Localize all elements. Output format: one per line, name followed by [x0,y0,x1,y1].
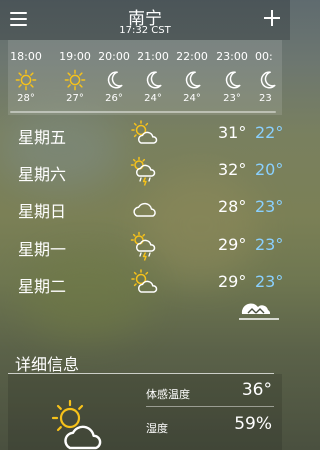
hour-temp: 27° [66,93,84,104]
hour-item: 22:00 24° [173,50,211,104]
daily-forecast-row[interactable]: 星期一 29° 23° [8,227,284,264]
day-low-temp: 23° [255,197,284,216]
hour-time: 00: [255,50,273,63]
hour-time: 23:00 [216,50,248,63]
daily-forecast-row[interactable]: 星期二 29° 23° [8,264,284,301]
day-name: 星期六 [18,165,67,184]
day-high-temp: 29° [218,272,247,291]
hour-time: 22:00 [176,50,208,63]
hour-time: 18:00 [10,50,42,63]
day-name: 星期五 [18,128,67,147]
details-title: 详细信息 [15,355,80,374]
daily-forecast-row[interactable]: 星期五 31° 22° [8,115,284,152]
humidity-row: 湿度 59% [146,410,274,440]
day-high-temp: 28° [218,197,247,216]
hour-item: 21:00 24° [134,50,172,104]
hour-item: 19:00 27° [56,50,94,104]
hour-time: 21:00 [137,50,169,63]
moon-icon [260,71,276,89]
hourly-forecast-panel[interactable]: 18:00 28° 19:00 27° 20:00 26° 21:00 24° … [8,40,282,115]
moon-icon [185,71,201,89]
hour-temp: 24° [144,93,162,104]
humidity-label: 湿度 [146,422,168,435]
hour-item: 18:00 28° [7,50,45,104]
feels-like-row: 体感温度 36° [146,376,274,406]
day-name: 星期一 [18,240,67,259]
day-low-temp: 22° [255,123,284,142]
sun-icon [64,69,86,91]
moon-icon [146,71,162,89]
day-high-temp: 32° [218,160,247,179]
day-low-temp: 23° [255,235,284,254]
cloud-icon [133,202,156,217]
day-low-temp: 20° [255,160,284,179]
hour-item: 00: 23 [252,50,282,104]
hourly-scrollbar[interactable] [8,111,282,113]
humidity-value: 59% [234,414,272,434]
day-high-temp: 29° [218,235,247,254]
moon-icon [225,71,241,89]
hour-time: 19:00 [59,50,91,63]
local-time: 17:32 CST [119,25,171,36]
header-bar: 南宁 17:32 CST [0,0,290,40]
hour-time: 20:00 [98,50,130,63]
hour-item: 20:00 26° [95,50,133,104]
sun-storm-icon [130,231,156,261]
hour-temp: 23° [223,93,241,104]
moon-icon [107,71,123,89]
sun-cloud-icon [131,269,158,293]
sun-icon [15,69,37,91]
hour-temp: 24° [183,93,201,104]
add-icon[interactable] [264,10,280,26]
day-high-temp: 31° [218,123,247,142]
feels-like-value: 36° [241,380,272,400]
weather-underground-logo-icon[interactable] [236,298,282,324]
day-name: 星期日 [18,202,67,221]
daily-forecast-row[interactable]: 星期日 28° 23° [8,189,284,226]
sun-storm-icon [130,156,156,186]
daily-forecast-row[interactable]: 星期六 32° 20° [8,152,284,189]
hour-temp: 26° [105,93,123,104]
feels-like-label: 体感温度 [146,388,190,401]
hour-temp: 23 [259,93,272,104]
day-low-temp: 23° [255,272,284,291]
day-name: 星期二 [18,277,67,296]
detail-separator [146,406,274,407]
hour-temp: 28° [17,93,35,104]
hour-item: 23:00 23° [213,50,251,104]
sun-cloud-icon [131,120,158,144]
sun-cloud-icon [51,399,102,450]
